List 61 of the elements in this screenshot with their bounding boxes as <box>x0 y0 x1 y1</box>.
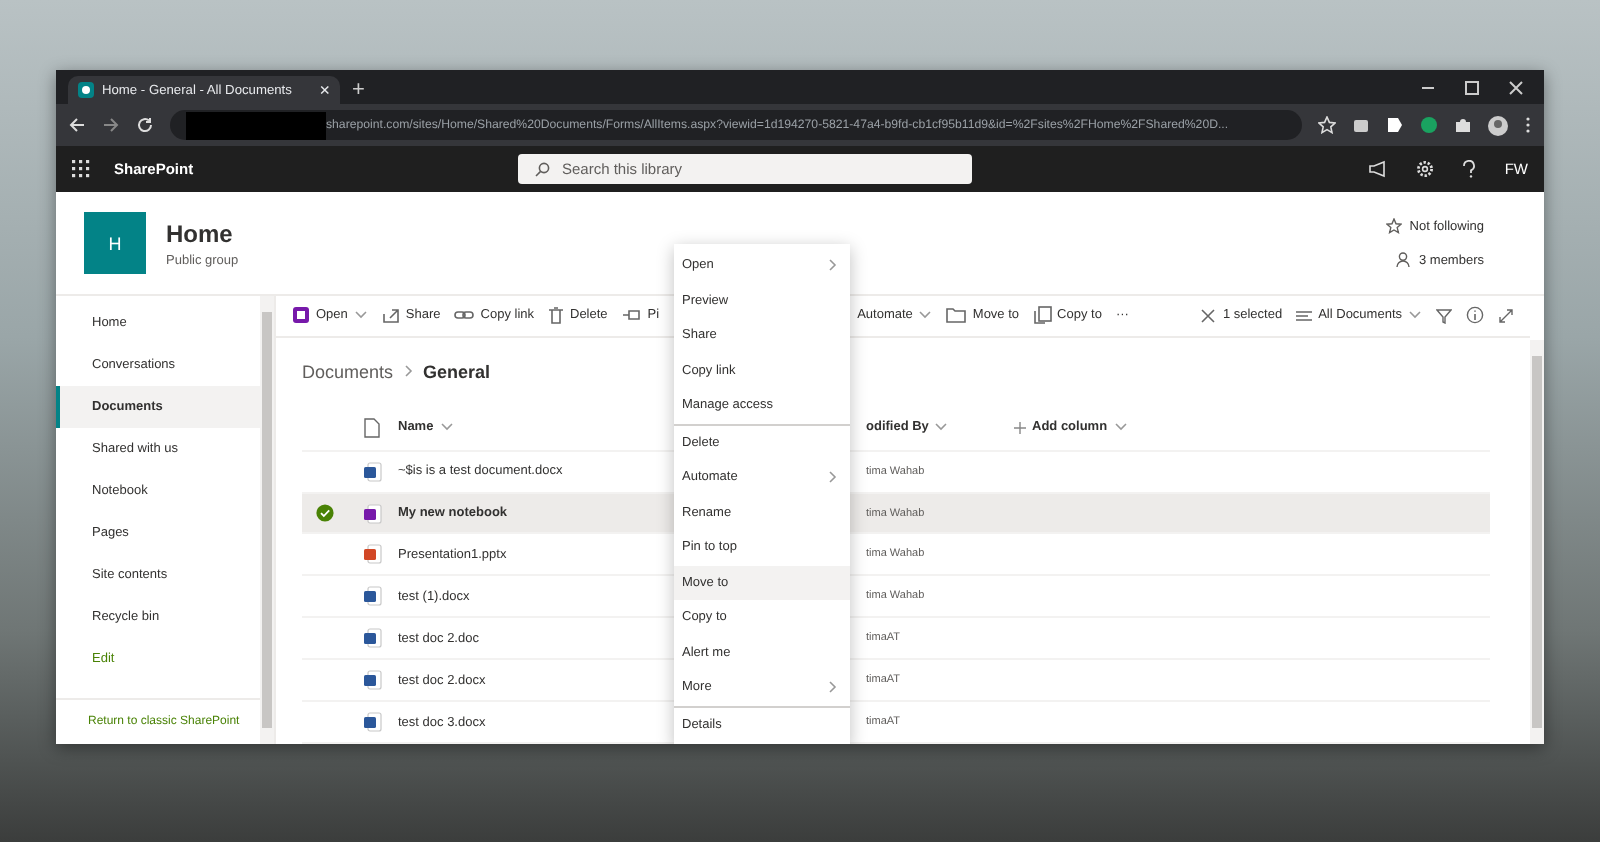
scrollbar-thumb[interactable] <box>262 312 272 728</box>
forward-icon[interactable] <box>102 116 120 134</box>
link-icon <box>454 306 475 325</box>
new-tab-button[interactable]: + <box>352 76 365 104</box>
chevron-down-icon <box>918 310 933 321</box>
file-icon <box>363 628 381 649</box>
file-icon <box>363 503 381 523</box>
chevron-down-icon <box>439 422 454 433</box>
redaction-block <box>186 111 326 139</box>
notebook-icon <box>292 306 310 325</box>
chevron-down-icon <box>1408 310 1422 321</box>
chevron-right-icon <box>828 258 838 273</box>
chevron-down-icon <box>934 422 949 433</box>
more-icon[interactable] <box>1524 116 1532 134</box>
search-icon <box>534 161 550 177</box>
file-icon <box>363 461 381 482</box>
site-logo: H <box>84 212 146 274</box>
info-icon[interactable] <box>1466 306 1484 325</box>
chevron-down-icon <box>1113 422 1128 433</box>
file-icon <box>363 670 381 691</box>
star-icon[interactable] <box>1318 116 1336 134</box>
checkmark-circle-icon <box>315 504 333 522</box>
breadcrumb-link[interactable]: Documents <box>302 361 394 382</box>
file-icon <box>363 544 381 565</box>
chevron-down-icon <box>353 310 368 321</box>
chevron-right-icon <box>403 364 414 379</box>
share-icon <box>381 306 400 325</box>
pin-icon <box>621 306 642 325</box>
maximize-icon[interactable] <box>1464 79 1480 95</box>
trash-icon <box>548 306 564 325</box>
megaphone-icon[interactable] <box>1368 160 1389 178</box>
settings-icon[interactable] <box>1416 160 1435 178</box>
plus-icon <box>1014 421 1026 434</box>
back-icon[interactable] <box>68 116 86 134</box>
puzzle-icon[interactable] <box>1454 116 1472 134</box>
file-icon <box>363 586 381 607</box>
app-launcher-icon[interactable] <box>72 160 90 178</box>
scrollbar-thumb[interactable] <box>1532 356 1542 728</box>
folder-icon <box>946 306 967 325</box>
close-icon[interactable] <box>1508 79 1524 95</box>
extension-icon[interactable] <box>1352 116 1370 134</box>
breadcrumb-current: General <box>423 361 491 382</box>
chevron-right-icon <box>828 680 838 695</box>
tag-icon[interactable] <box>1386 116 1404 134</box>
filter-icon[interactable] <box>1436 307 1452 324</box>
reload-icon[interactable] <box>136 116 154 134</box>
extension-icon[interactable] <box>1420 116 1438 134</box>
site-title: Home <box>166 219 235 247</box>
chevron-right-icon <box>828 470 838 485</box>
copy-icon <box>1033 306 1052 325</box>
star-icon <box>1385 218 1402 234</box>
expand-icon[interactable] <box>1498 307 1514 324</box>
site-favicon <box>78 82 94 98</box>
close-icon <box>1200 307 1217 324</box>
document-icon <box>364 417 380 438</box>
help-icon[interactable] <box>1462 160 1477 178</box>
person-icon <box>1396 252 1411 268</box>
tab-close-button[interactable]: × <box>319 80 330 100</box>
lines-icon <box>1296 309 1313 322</box>
file-icon <box>363 712 381 733</box>
avatar-icon[interactable] <box>1488 115 1508 135</box>
